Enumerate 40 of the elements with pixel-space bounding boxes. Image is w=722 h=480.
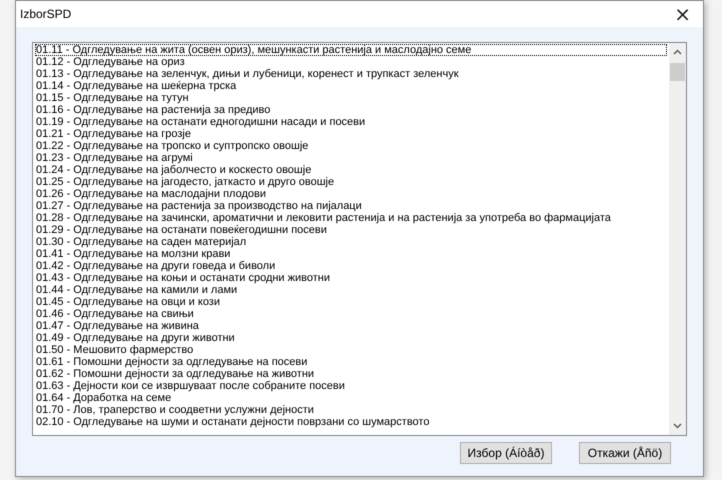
list-item[interactable]: 01.23 - Одгледување на агрумі: [35, 152, 667, 164]
list-item[interactable]: 01.12 - Одгледување на ориз: [35, 56, 667, 68]
list-item[interactable]: 01.50 - Мешовито фармерство: [35, 344, 667, 356]
list-item[interactable]: 01.24 - Одгледување на јаболчесто и коскесто овошје: [35, 164, 667, 176]
list-item[interactable]: 01.15 - Одгледување на тутун: [35, 92, 667, 104]
scroll-down-icon[interactable]: [673, 423, 682, 429]
select-button[interactable]: Избор (Áíòåð): [460, 442, 552, 464]
list-item[interactable]: 01.70 - Лов, траперство и соодветни услужни дејности: [35, 404, 667, 416]
list-item[interactable]: 01.63 - Дејности кои се извршуваат после собраните посеви: [35, 380, 667, 392]
list-item[interactable]: 01.45 - Одгледување на овци и кози: [35, 296, 667, 308]
list-item[interactable]: 02.10 - Одгледување на шуми и останати дејности поврзани со шумарството: [35, 416, 667, 428]
list-item[interactable]: 01.41 - Одгледување на молзни крави: [35, 248, 667, 260]
list-item[interactable]: 01.43 - Одгледување на коњи и останати сродни животни: [35, 272, 667, 284]
scrollbar[interactable]: [669, 43, 686, 435]
scroll-thumb[interactable]: [670, 63, 685, 81]
list-item[interactable]: 01.42 - Одгледување на други говеда и биволи: [35, 260, 667, 272]
list-item[interactable]: 01.14 - Одгледување на шеќерна трска: [35, 80, 667, 92]
list-item[interactable]: 01.21 - Одгледување на грозје: [35, 128, 667, 140]
list-item[interactable]: 01.61 - Помошни дејности за одгледување на посеви: [35, 356, 667, 368]
list-item[interactable]: 01.47 - Одгледување на живина: [35, 320, 667, 332]
list-item[interactable]: 01.28 - Одгледување на зачински, ароматични и лековити растенија и на растенија за употреба во фармацијата: [35, 212, 667, 224]
cancel-button[interactable]: Откажи (Åñö): [579, 442, 671, 464]
list-item[interactable]: 01.19 - Одгледување на останати едногодишни насади и посеви: [35, 116, 667, 128]
list-item[interactable]: 01.30 - Одгледување на саден материјал: [35, 236, 667, 248]
list-item[interactable]: 01.22 - Одгледување на тропско и суптропско овошје: [35, 140, 667, 152]
list-item[interactable]: 01.11 - Одгледување на жита (освен ориз), мешункасти растенија и маслодајно семе: [35, 44, 667, 56]
list-item[interactable]: 01.44 - Одгледување на камили и лами: [35, 284, 667, 296]
window-title: IzborSPD: [20, 7, 72, 21]
list-item[interactable]: 01.29 - Одгледување на останати повеќегодишни посеви: [35, 224, 667, 236]
list-item[interactable]: 01.62 - Помошни дејности за одгледување на животни: [35, 368, 667, 380]
list-item[interactable]: 01.25 - Одгледување на јагодесто, јаткасто и друго овошје: [35, 176, 667, 188]
list-item[interactable]: 01.46 - Одгледување на свињи: [35, 308, 667, 320]
close-button[interactable]: ×: [670, 4, 695, 24]
list-item[interactable]: 01.16 - Одгледување на растенија за предиво: [35, 104, 667, 116]
list-item[interactable]: 01.26 - Одгледување на маслодајни плодови: [35, 188, 667, 200]
list-item[interactable]: 01.49 - Одгледување на други животни: [35, 332, 667, 344]
list-item[interactable]: 01.64 - Доработка на семе: [35, 392, 667, 404]
list-item[interactable]: 01.27 - Одгледување на растенија за производство на пијалаци: [35, 200, 667, 212]
scroll-up-icon[interactable]: [673, 49, 682, 55]
list-item[interactable]: 01.13 - Одгледување на зеленчук, дињи и лубеници, коренест и трупкаст зеленчук: [35, 68, 667, 80]
